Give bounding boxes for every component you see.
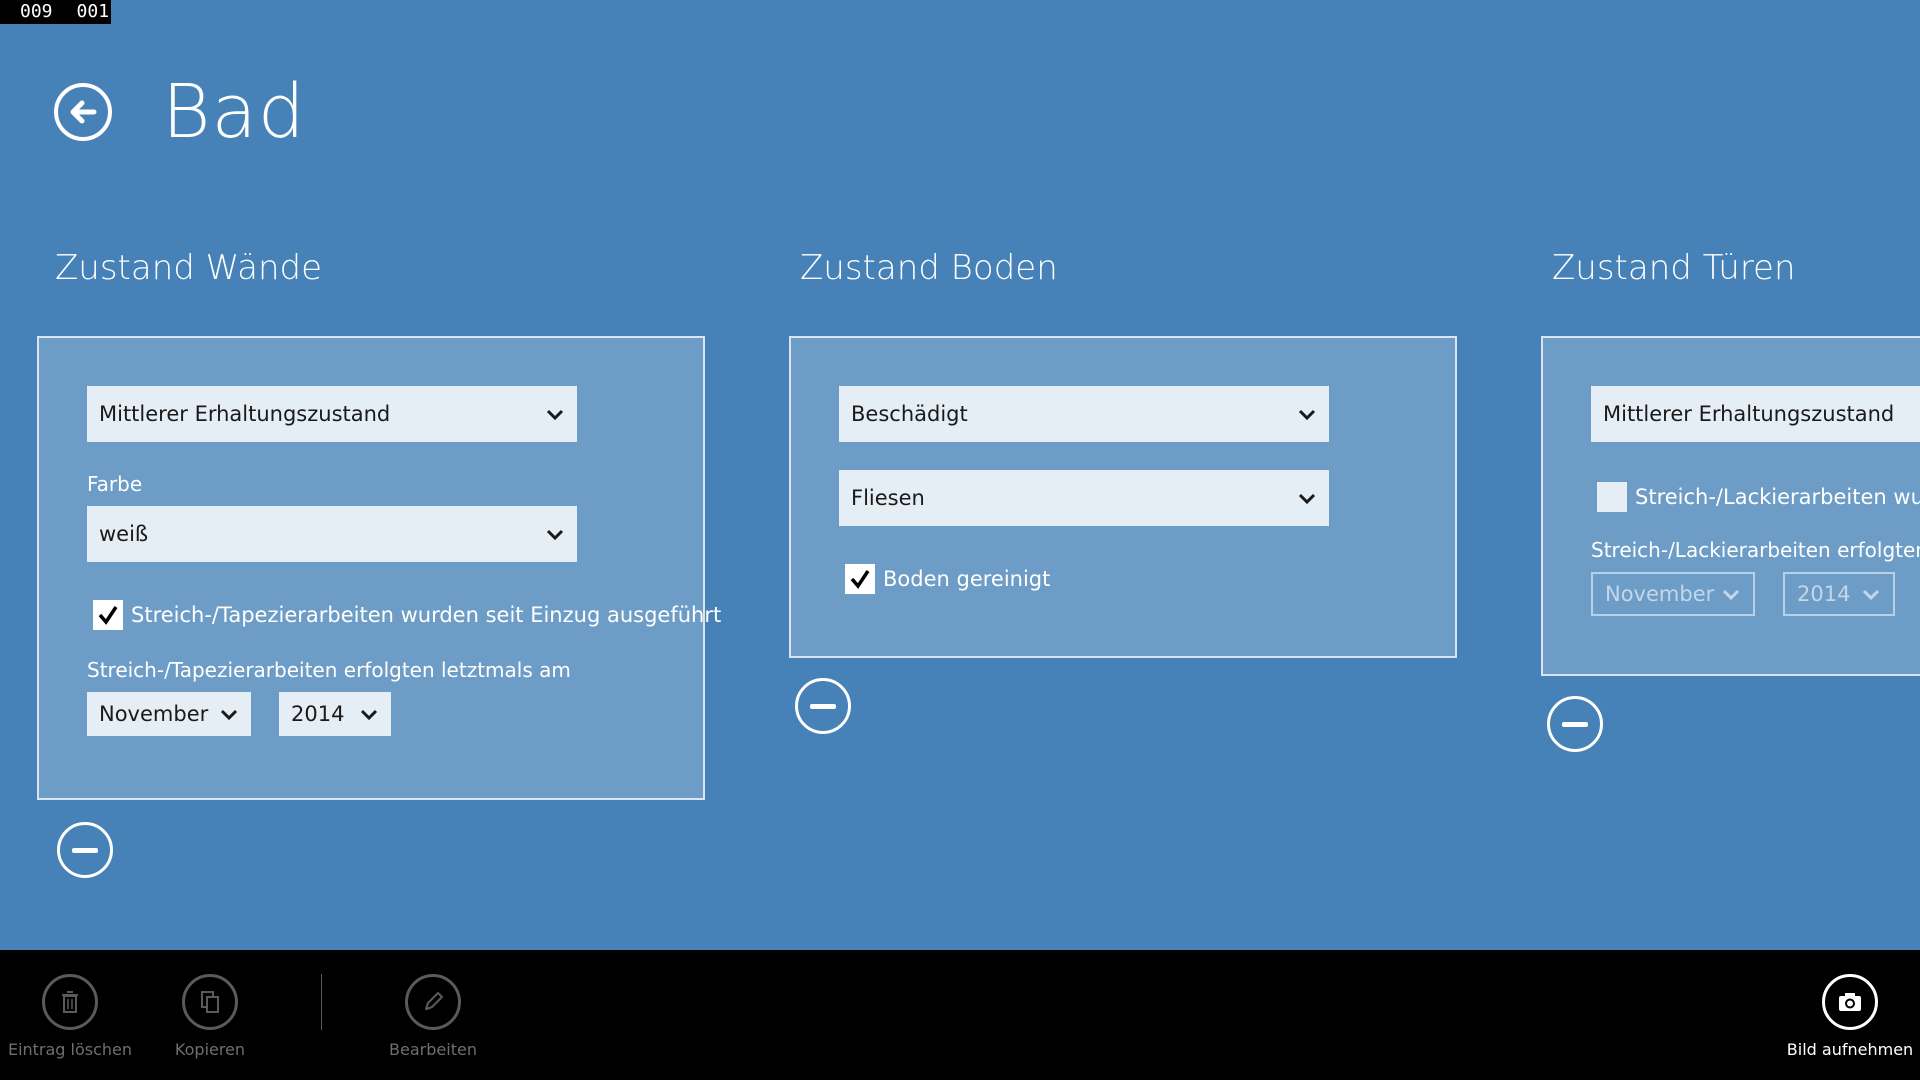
- doors-painted-checkbox[interactable]: [1597, 482, 1627, 512]
- delete-entry-circle: [42, 974, 98, 1030]
- copy-button[interactable]: Kopieren: [150, 974, 270, 1059]
- take-photo-label: Bild aufnehmen: [1786, 1040, 1914, 1059]
- app-bar: Eintrag löschen Kopieren Bearbeiten Bild…: [0, 950, 1920, 1080]
- page: 009 001 Bad Zustand Wände Mittlerer Erha…: [0, 0, 1920, 1080]
- doors-year-value: 2014: [1797, 582, 1851, 606]
- chevron-down-icon: [220, 709, 238, 721]
- walls-last-painted-label: Streich-/Tapezierarbeiten erfolgten letz…: [87, 658, 571, 682]
- doors-last-painted-label: Streich-/Lackierarbeiten erfolgten letz: [1591, 538, 1920, 562]
- floor-panel: Beschädigt Fliesen Boden gereinigt: [789, 336, 1457, 658]
- walls-panel: Mittlerer Erhaltungszustand Farbe weiß S…: [37, 336, 721, 800]
- walls-condition-dropdown[interactable]: Mittlerer Erhaltungszustand: [87, 386, 577, 442]
- app-bar-divider: [321, 974, 322, 1030]
- floor-material-value: Fliesen: [851, 486, 925, 510]
- remove-doors-button[interactable]: [1547, 696, 1603, 752]
- walls-year-value: 2014: [291, 702, 345, 726]
- floor-condition-value: Beschädigt: [851, 402, 968, 426]
- floor-cleaned-checkbox[interactable]: [845, 564, 875, 594]
- minus-icon: [1562, 721, 1588, 727]
- pencil-icon: [425, 992, 443, 1010]
- section-title-walls: Zustand Wände: [55, 248, 322, 288]
- edit-circle: [405, 974, 461, 1030]
- camera-icon: [1839, 993, 1861, 1011]
- doors-painted-label: Streich-/Lackierarbeiten wurden: [1635, 485, 1920, 509]
- take-photo-circle: [1822, 974, 1878, 1030]
- doors-month-value: November: [1605, 582, 1715, 606]
- section-title-floor: Zustand Boden: [800, 248, 1058, 288]
- chevron-down-icon: [546, 529, 564, 541]
- chevron-down-icon: [1862, 589, 1880, 601]
- walls-color-dropdown[interactable]: weiß: [87, 506, 577, 562]
- doors-year-dropdown[interactable]: 2014: [1783, 572, 1895, 616]
- floor-cleaned-checkbox-row[interactable]: Boden gereinigt: [845, 564, 1050, 594]
- chevron-down-icon: [360, 709, 378, 721]
- checkmark-icon: [850, 570, 870, 589]
- floor-condition-dropdown[interactable]: Beschädigt: [839, 386, 1329, 442]
- remove-walls-button[interactable]: [57, 822, 113, 878]
- trash-icon: [62, 991, 78, 1013]
- copy-circle: [182, 974, 238, 1030]
- arrow-left-icon: [70, 100, 97, 124]
- walls-condition-value: Mittlerer Erhaltungszustand: [99, 402, 391, 426]
- walls-color-label: Farbe: [87, 472, 143, 496]
- delete-entry-label: Eintrag löschen: [7, 1040, 133, 1059]
- section-walls: Zustand Wände Mittlerer Erhaltungszustan…: [37, 240, 721, 878]
- take-photo-button[interactable]: Bild aufnehmen: [1780, 974, 1920, 1059]
- minus-icon: [810, 703, 836, 709]
- doors-month-dropdown[interactable]: November: [1591, 572, 1755, 616]
- floor-material-dropdown[interactable]: Fliesen: [839, 470, 1329, 526]
- edit-button[interactable]: Bearbeiten: [373, 974, 493, 1059]
- copy-label: Kopieren: [174, 1040, 246, 1059]
- walls-month-value: November: [99, 702, 209, 726]
- section-floor: Zustand Boden Beschädigt Fliesen Boden g…: [789, 240, 1457, 734]
- checkmark-icon: [98, 606, 118, 625]
- floor-cleaned-label: Boden gereinigt: [883, 567, 1051, 591]
- page-title: Bad: [162, 69, 306, 155]
- walls-month-dropdown[interactable]: November: [87, 692, 251, 736]
- debug-frame-counter: 009 001: [0, 0, 112, 24]
- walls-painted-label: Streich-/Tapezierarbeiten wurden seit Ei…: [131, 603, 722, 627]
- section-title-doors: Zustand Türen: [1552, 248, 1796, 288]
- remove-floor-button[interactable]: [795, 678, 851, 734]
- walls-year-dropdown[interactable]: 2014: [279, 692, 391, 736]
- walls-color-value: weiß: [99, 522, 149, 546]
- doors-condition-value: Mittlerer Erhaltungszustand: [1603, 402, 1895, 426]
- doors-panel: Mittlerer Erhaltungszustand Streich-/Lac…: [1541, 336, 1920, 676]
- walls-painted-checkbox-row[interactable]: Streich-/Tapezierarbeiten wurden seit Ei…: [93, 600, 721, 630]
- chevron-down-icon: [546, 409, 564, 421]
- doors-condition-dropdown[interactable]: Mittlerer Erhaltungszustand: [1591, 386, 1920, 442]
- debug-counter-a: 009: [20, 1, 53, 22]
- chevron-down-icon: [1722, 589, 1740, 601]
- section-doors: Zustand Türen Mittlerer Erhaltungszustan…: [1541, 240, 1920, 780]
- chevron-down-icon: [1298, 409, 1316, 421]
- copy-icon: [201, 991, 219, 1013]
- minus-icon: [72, 847, 98, 853]
- chevron-down-icon: [1298, 493, 1316, 505]
- walls-painted-checkbox[interactable]: [93, 600, 123, 630]
- edit-label: Bearbeiten: [389, 1040, 477, 1059]
- debug-counter-b: 001: [76, 1, 110, 22]
- back-button[interactable]: [54, 83, 112, 141]
- delete-entry-button[interactable]: Eintrag löschen: [0, 974, 140, 1059]
- doors-painted-checkbox-row[interactable]: Streich-/Lackierarbeiten wurden: [1597, 482, 1920, 512]
